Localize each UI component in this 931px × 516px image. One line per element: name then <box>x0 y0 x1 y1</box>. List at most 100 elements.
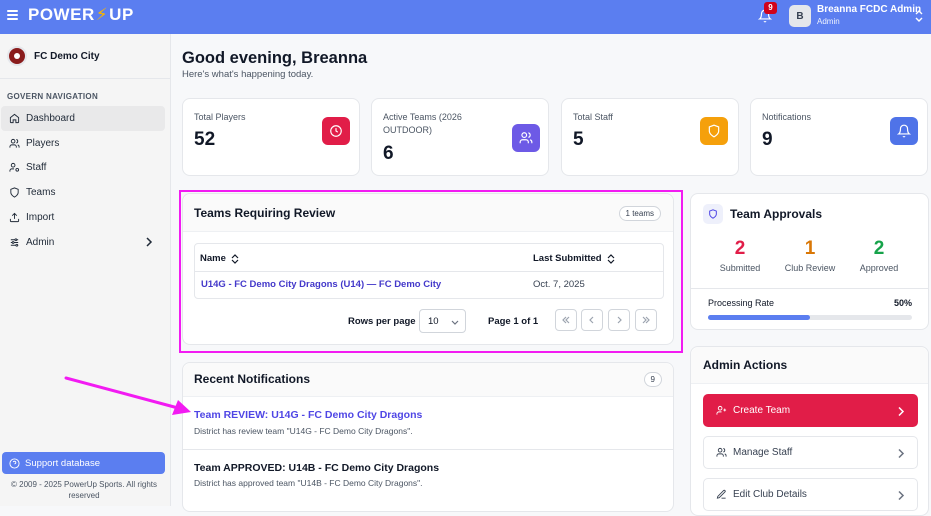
page-title: Good evening, Breanna <box>182 49 368 67</box>
sidebar-nav: Dashboard Players Staff Teams Import Adm… <box>0 106 170 255</box>
notification-badge: 9 <box>764 2 777 14</box>
create-team-button[interactable]: Create Team <box>703 394 918 427</box>
sidebar-item-dashboard[interactable]: Dashboard <box>1 106 165 131</box>
sliders-icon <box>10 238 19 247</box>
menu-icon[interactable] <box>7 10 18 20</box>
button-label: Manage Staff <box>733 447 793 458</box>
app-logo[interactable]: POWER ⚡ UP <box>28 5 134 25</box>
manage-staff-button[interactable]: Manage Staff <box>703 436 918 469</box>
logo-text-left: POWER <box>28 5 95 24</box>
avatar: B <box>789 5 811 27</box>
upload-icon <box>9 212 20 223</box>
support-label: Support database <box>25 457 101 469</box>
admin-actions-card: Admin Actions Create Team Manage Staff E… <box>690 346 929 516</box>
users-icon <box>9 138 20 148</box>
sidebar-item-players[interactable]: Players <box>1 131 165 156</box>
user-role: Admin <box>817 17 840 26</box>
chevron-right-icon <box>146 237 153 247</box>
nav-section-title: GOVERN NAVIGATION <box>7 92 99 101</box>
sidebar-item-import[interactable]: Import <box>1 205 165 230</box>
user-menu[interactable]: B Breanna FCDC Admin Admin <box>789 4 921 28</box>
help-circle-icon <box>9 457 20 469</box>
approval-count: 2 <box>873 238 885 259</box>
approval-label: Submitted <box>719 263 761 273</box>
club-crest-icon <box>7 46 27 66</box>
club-name: FC Demo City <box>34 50 100 62</box>
user-plus-icon <box>716 405 727 415</box>
stat-label: Notifications <box>762 112 812 122</box>
bell-icon <box>890 117 918 145</box>
sidebar-item-teams[interactable]: Teams <box>1 180 165 205</box>
bolt-icon: ⚡ <box>95 5 109 24</box>
sidebar-item-label: Admin <box>26 236 55 248</box>
page-subtitle: Here's what's happening today. <box>182 69 314 80</box>
shield-icon <box>10 187 19 198</box>
recent-notifications-card: Recent Notifications 9 Team REVIEW: U14G… <box>182 362 674 512</box>
divider <box>0 78 170 79</box>
chevron-right-icon <box>898 448 905 459</box>
approval-label: Club Review <box>784 263 836 273</box>
notification-title[interactable]: Team REVIEW: U14G - FC Demo City Dragons <box>194 409 422 421</box>
approval-count: 2 <box>734 238 746 259</box>
card-title: Admin Actions <box>703 358 788 372</box>
stat-card-notifications: Notifications 9 <box>750 98 928 176</box>
stat-value: 52 <box>194 129 216 150</box>
chevron-right-icon <box>898 490 905 501</box>
logo-text-right: UP <box>109 5 134 24</box>
notification-text: District has approved team "U14B - FC De… <box>194 478 423 488</box>
edit-club-details-button[interactable]: Edit Club Details <box>703 478 918 511</box>
support-database-button[interactable]: Support database <box>2 452 165 474</box>
team-approvals-card: Team Approvals 2 Submitted 1 Club Review… <box>690 193 929 330</box>
approval-stat-club-review: 1 Club Review <box>775 238 845 273</box>
clock-icon <box>322 117 350 145</box>
highlight-annotation-box <box>179 190 683 353</box>
users-icon <box>512 124 540 152</box>
count-badge: 9 <box>643 372 662 387</box>
stat-label: Total Players <box>194 112 246 122</box>
stat-card-total-players: Total Players 52 <box>182 98 360 176</box>
chevron-right-icon <box>898 406 905 417</box>
stat-value: 5 <box>573 129 584 150</box>
card-header: Admin Actions <box>691 347 928 384</box>
button-label: Edit Club Details <box>733 489 807 500</box>
stat-card-total-staff: Total Staff 5 <box>561 98 739 176</box>
top-bar: POWER ⚡ UP 9 B Breanna FCDC Admin Admin <box>0 0 931 34</box>
processing-rate-value: 50% <box>893 298 912 308</box>
stat-label: Total Staff <box>573 112 613 122</box>
sidebar: FC Demo City GOVERN NAVIGATION Dashboard… <box>0 34 171 506</box>
approval-stat-submitted: 2 Submitted <box>705 238 775 273</box>
sidebar-item-staff[interactable]: Staff <box>1 156 165 181</box>
user-cog-icon <box>9 163 20 173</box>
chevrons-up-down-icon[interactable] <box>914 9 924 23</box>
notification-title[interactable]: Team APPROVED: U14B - FC Demo City Drago… <box>194 462 439 474</box>
copyright: © 2009 - 2025 PowerUp Sports. All rights… <box>11 480 157 500</box>
sidebar-item-admin[interactable]: Admin <box>1 230 165 255</box>
divider <box>183 449 673 450</box>
sidebar-item-label: Dashboard <box>26 112 75 124</box>
club-switcher[interactable]: FC Demo City <box>7 46 100 66</box>
shield-icon <box>700 117 728 145</box>
card-header: Recent Notifications 9 <box>183 363 673 397</box>
user-name: Breanna FCDC Admin <box>817 4 922 15</box>
approval-count: 1 <box>804 238 816 259</box>
card-title: Recent Notifications <box>194 372 311 386</box>
processing-rate-fill <box>708 315 810 320</box>
stat-card-active-teams: Active Teams (2026 OUTDOOR) 6 <box>371 98 549 176</box>
notification-text: District has review team "U14G - FC Demo… <box>194 426 413 436</box>
approval-label: Approved <box>859 263 899 273</box>
processing-rate-bar <box>708 315 912 320</box>
home-icon <box>9 113 20 123</box>
approval-stat-approved: 2 Approved <box>844 238 914 273</box>
sidebar-item-label: Teams <box>26 187 56 199</box>
sidebar-item-label: Players <box>26 137 60 149</box>
stat-value: 6 <box>383 143 394 164</box>
divider <box>691 288 928 289</box>
sidebar-item-label: Import <box>26 212 55 224</box>
users-icon <box>716 447 727 457</box>
stat-value: 9 <box>762 129 773 150</box>
card-title: Team Approvals <box>730 207 823 221</box>
annotation-arrow-icon <box>64 376 191 415</box>
shield-icon <box>703 204 723 224</box>
button-label: Create Team <box>733 405 791 416</box>
stat-label: Active Teams (2026 OUTDOOR) <box>383 112 462 135</box>
